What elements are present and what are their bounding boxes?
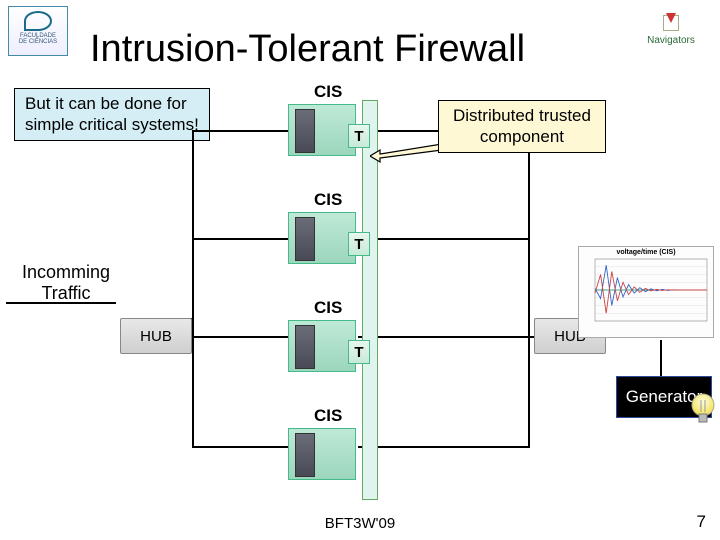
cis-node: CIS T xyxy=(288,298,370,368)
t-box: T xyxy=(348,232,370,256)
t-box: T xyxy=(348,124,370,148)
slide-title: Intrusion-Tolerant Firewall xyxy=(90,28,525,71)
wire xyxy=(192,130,194,448)
wire xyxy=(192,238,288,240)
cis-label: CIS xyxy=(314,190,370,210)
navigators-logo: Navigators xyxy=(632,8,710,50)
wire xyxy=(358,446,528,448)
footer-text: BFT3W'09 xyxy=(0,515,720,532)
compass-icon xyxy=(661,13,681,33)
t-box: T xyxy=(348,340,370,364)
hub-left: HUB xyxy=(120,318,192,354)
slide-number: 7 xyxy=(697,512,706,532)
chart-title: voltage/time (CIS) xyxy=(581,249,711,256)
note-callout: But it can be done forsimple critical sy… xyxy=(14,88,210,141)
voltage-chart: voltage/time (CIS) xyxy=(578,246,714,338)
wire xyxy=(358,336,534,338)
wire xyxy=(358,238,528,240)
lightbulb-icon xyxy=(688,392,718,426)
hub-label: HUB xyxy=(140,328,172,345)
callout-arrow xyxy=(370,144,442,168)
cis-node: CIS xyxy=(288,406,370,476)
faculty-logo-text: FACULDADEDE CIÊNCIAS xyxy=(19,33,57,45)
distributed-trusted-component-label: Distributed trustedcomponent xyxy=(438,100,606,153)
chart-plot xyxy=(581,257,711,331)
incoming-traffic-line xyxy=(6,302,116,304)
cis-label: CIS xyxy=(314,406,370,426)
faculty-logo: FACULDADEDE CIÊNCIAS xyxy=(8,6,68,56)
wire xyxy=(192,446,288,448)
wire xyxy=(192,130,288,132)
cis-label: CIS xyxy=(314,82,370,102)
cis-label: CIS xyxy=(314,298,370,318)
wire xyxy=(192,336,288,338)
cis-node: CIS T xyxy=(288,190,370,260)
wire xyxy=(528,130,530,448)
navigators-logo-text: Navigators xyxy=(647,35,695,46)
wire xyxy=(660,340,662,376)
cis-node: CIS T xyxy=(288,82,370,152)
incoming-traffic-label: IncommingTraffic xyxy=(6,262,126,304)
